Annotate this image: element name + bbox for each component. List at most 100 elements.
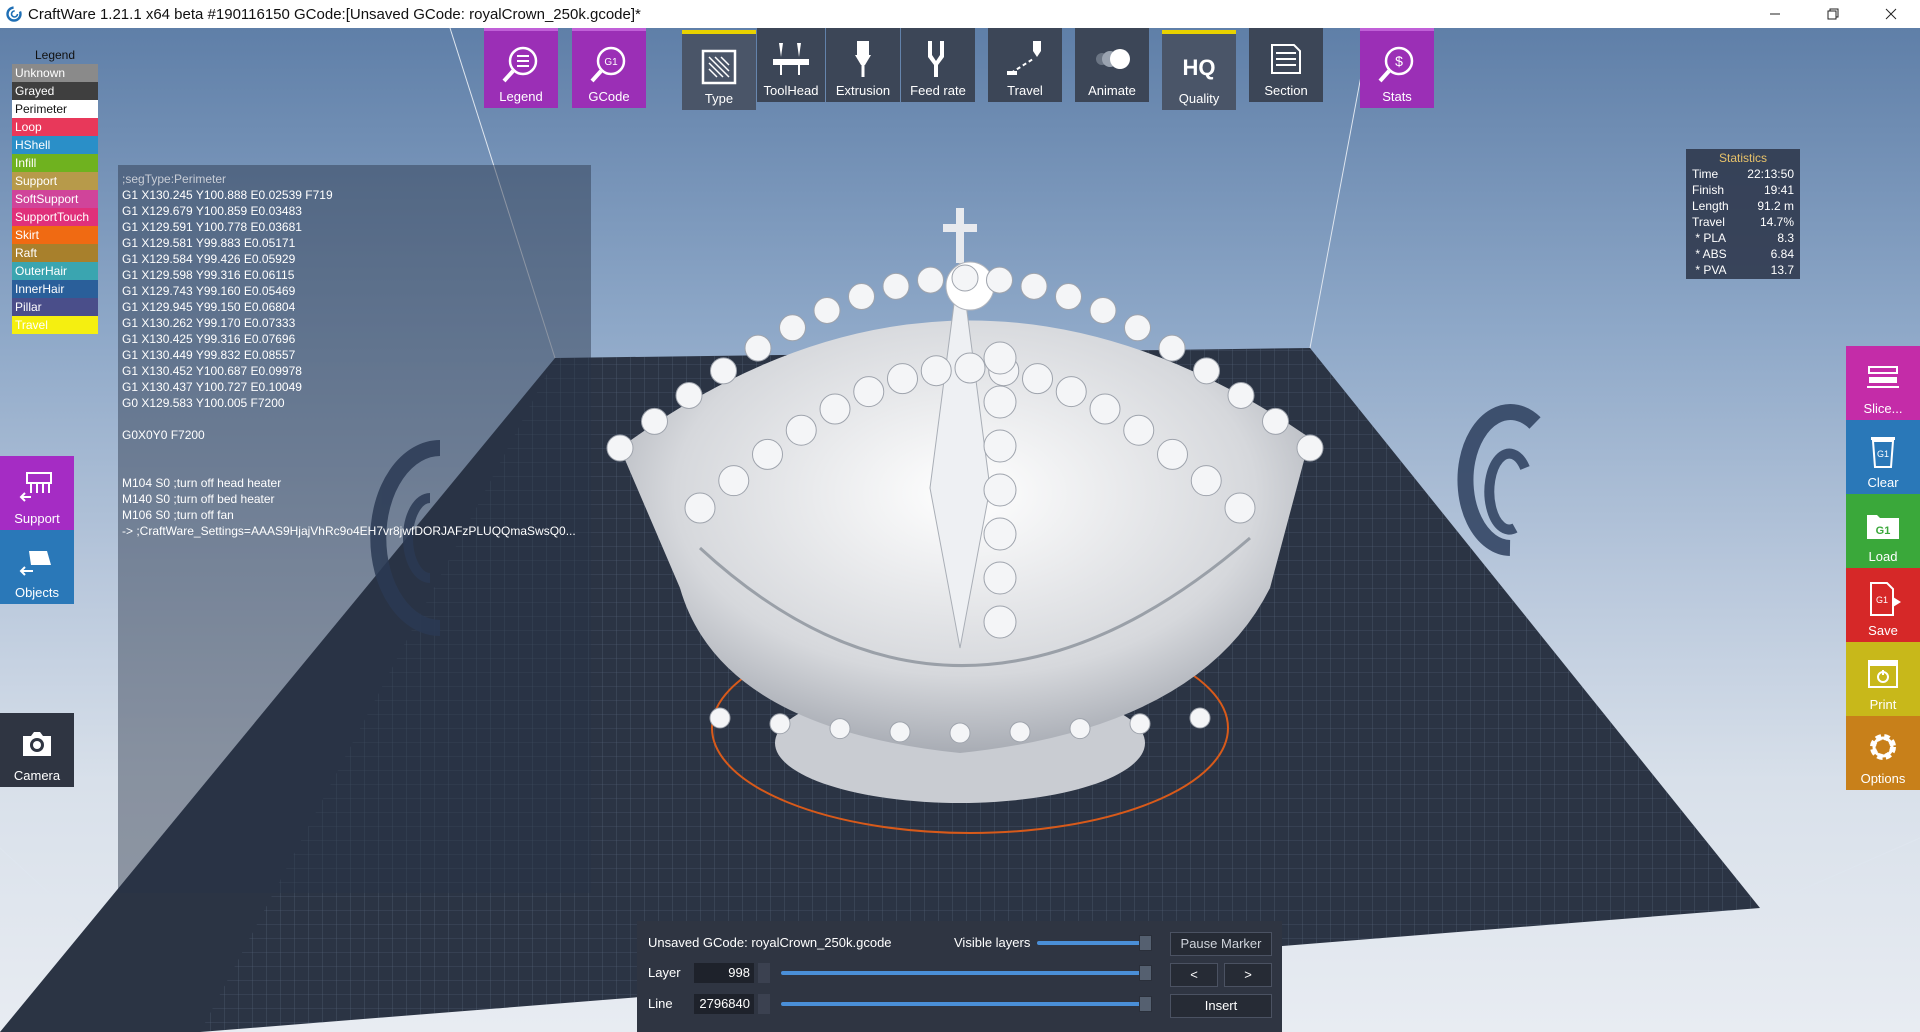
slice-button[interactable]: Slice...: [1846, 346, 1920, 420]
crown-pearl: [983, 605, 1017, 639]
legend-item[interactable]: Loop: [12, 118, 98, 136]
extrusion-toolbar-label: Extrusion: [835, 83, 891, 98]
load-button[interactable]: G1 Load: [1846, 494, 1920, 568]
legend-item[interactable]: OuterHair: [12, 262, 98, 280]
statistics-panel: Statistics Time 22:13:50 Finish 19:41 Length…: [1686, 149, 1800, 279]
legend-toolbar-label: Legend: [499, 89, 543, 104]
close-button[interactable]: [1862, 0, 1920, 28]
gcode-line: G1 X130.452 Y100.687 E0.09978: [122, 364, 302, 378]
stats-magnifier-icon: $: [1378, 46, 1414, 83]
gcode-panel[interactable]: ;segType:Perimeter G1 X130.245 Y100.888 E…: [118, 165, 591, 893]
legend-item[interactable]: InnerHair: [12, 280, 98, 298]
toolhead-toolbar-button[interactable]: ToolHead: [757, 28, 825, 102]
gcode-line: [122, 411, 587, 427]
camera-button[interactable]: Camera: [0, 713, 74, 787]
visible-layers-slider[interactable]: [1037, 941, 1145, 945]
gcode-line: [122, 443, 587, 459]
crown-pearl: [1262, 407, 1289, 435]
clear-button[interactable]: G1 Clear: [1846, 420, 1920, 494]
svg-text:$: $: [1395, 53, 1403, 69]
legend-item[interactable]: SoftSupport: [12, 190, 98, 208]
legend-item[interactable]: Unknown: [12, 64, 98, 82]
save-button[interactable]: G1 Save: [1846, 568, 1920, 642]
gcode-toolbar-button[interactable]: G1 GCode: [572, 28, 646, 108]
gcode-line: G1 X130.425 Y99.316 E0.07696: [122, 332, 296, 346]
legend-item[interactable]: Skirt: [12, 226, 98, 244]
travel-toolbar-button[interactable]: Travel: [988, 28, 1062, 102]
insert-button[interactable]: Insert: [1170, 994, 1272, 1018]
crown-pearl: [949, 722, 971, 744]
legend-item[interactable]: SupportTouch: [12, 208, 98, 226]
line-slider[interactable]: [781, 1002, 1145, 1006]
crown-pearl: [887, 363, 918, 395]
craftware-logo-icon: [6, 6, 22, 22]
visible-layers-thumb[interactable]: [1139, 935, 1152, 951]
visible-layers-label: Visible layers: [954, 935, 1031, 950]
legend-item[interactable]: HShell: [12, 136, 98, 154]
gear-icon: [1870, 734, 1896, 760]
crown-pearl: [983, 429, 1017, 463]
stats-toolbar-button[interactable]: $ Stats: [1360, 28, 1434, 108]
feedrate-toolbar-button[interactable]: Feed rate: [901, 28, 975, 102]
gcode-line: [122, 459, 587, 475]
animate-toolbar-button[interactable]: Animate: [1075, 28, 1149, 102]
minimize-button[interactable]: [1746, 0, 1804, 28]
line-input[interactable]: 2796840: [694, 994, 754, 1014]
layer-slider[interactable]: [781, 971, 1145, 975]
section-icon: [1271, 44, 1301, 74]
print-button[interactable]: Print: [1846, 642, 1920, 716]
crown-pearl: [983, 473, 1017, 507]
objects-button[interactable]: Objects: [0, 530, 74, 604]
layer-control-panel: Unsaved GCode: royalCrown_250k.gcode Vis…: [637, 921, 1282, 1032]
crown-pearl: [709, 707, 731, 729]
legend-item[interactable]: Raft: [12, 244, 98, 262]
statistics-row: * ABS 6.84: [1692, 246, 1794, 262]
gcode-line: M104 S0 ;turn off head heater: [122, 476, 282, 490]
options-button[interactable]: Options: [1846, 716, 1920, 790]
travel-icon: [1007, 41, 1041, 75]
legend-toolbar-button[interactable]: Legend: [484, 28, 558, 108]
line-slider-thumb[interactable]: [1139, 996, 1152, 1012]
crown-pearl: [785, 414, 817, 446]
3d-viewport[interactable]: Legend Unknown Grayed Perimeter Loop HShell I…: [0, 28, 1920, 1032]
line-spinner[interactable]: [758, 994, 770, 1014]
type-toolbar-button[interactable]: Type: [682, 30, 756, 110]
restore-button[interactable]: [1804, 0, 1862, 28]
legend-item[interactable]: Infill: [12, 154, 98, 172]
layer-spinner[interactable]: [758, 963, 770, 983]
crown-pearl: [951, 264, 979, 292]
section-toolbar-button[interactable]: Section: [1249, 28, 1323, 102]
gcode-line: -> ;CraftWare_Settings=AAAS9HjajVhRc9o4E…: [122, 524, 576, 538]
legend-item[interactable]: Support: [12, 172, 98, 190]
layer-input[interactable]: 998: [694, 963, 754, 983]
statistics-label: * PLA: [1692, 231, 1727, 245]
legend-item[interactable]: Travel: [12, 316, 98, 334]
close-icon: [1885, 8, 1897, 20]
prev-marker-button[interactable]: <: [1170, 963, 1218, 987]
gcode-line: M106 S0 ;turn off fan: [122, 508, 234, 522]
folder-icon: G1: [1867, 515, 1899, 539]
next-marker-button[interactable]: >: [1224, 963, 1272, 987]
crown-pearl: [684, 492, 716, 524]
crown-pearl: [1020, 272, 1048, 300]
extrusion-toolbar-button[interactable]: Extrusion: [826, 28, 900, 102]
statistics-value: 14.7%: [1759, 215, 1794, 229]
crown-pearl: [983, 385, 1017, 419]
pause-marker-button[interactable]: Pause Marker: [1170, 932, 1272, 956]
layer-slider-thumb[interactable]: [1139, 965, 1152, 981]
legend-item[interactable]: Grayed: [12, 82, 98, 100]
gcode-line: G1 X130.449 Y99.832 E0.08557: [122, 348, 296, 362]
print-label: Print: [1869, 697, 1897, 712]
load-label: Load: [1868, 549, 1898, 564]
crown-pearl: [889, 721, 911, 743]
support-button[interactable]: Support: [0, 456, 74, 530]
legend-item[interactable]: Pillar: [12, 298, 98, 316]
gcode-magnifier-icon: G1: [590, 46, 626, 83]
crown-pearl: [853, 376, 885, 408]
crown-pearl: [920, 355, 952, 387]
crown-pearl: [1022, 363, 1053, 395]
hq-quality-icon: HQ: [1183, 55, 1216, 80]
quality-toolbar-button[interactable]: HQ Quality: [1162, 30, 1236, 110]
slice-label: Slice...: [1863, 401, 1903, 416]
legend-item[interactable]: Perimeter: [12, 100, 98, 118]
